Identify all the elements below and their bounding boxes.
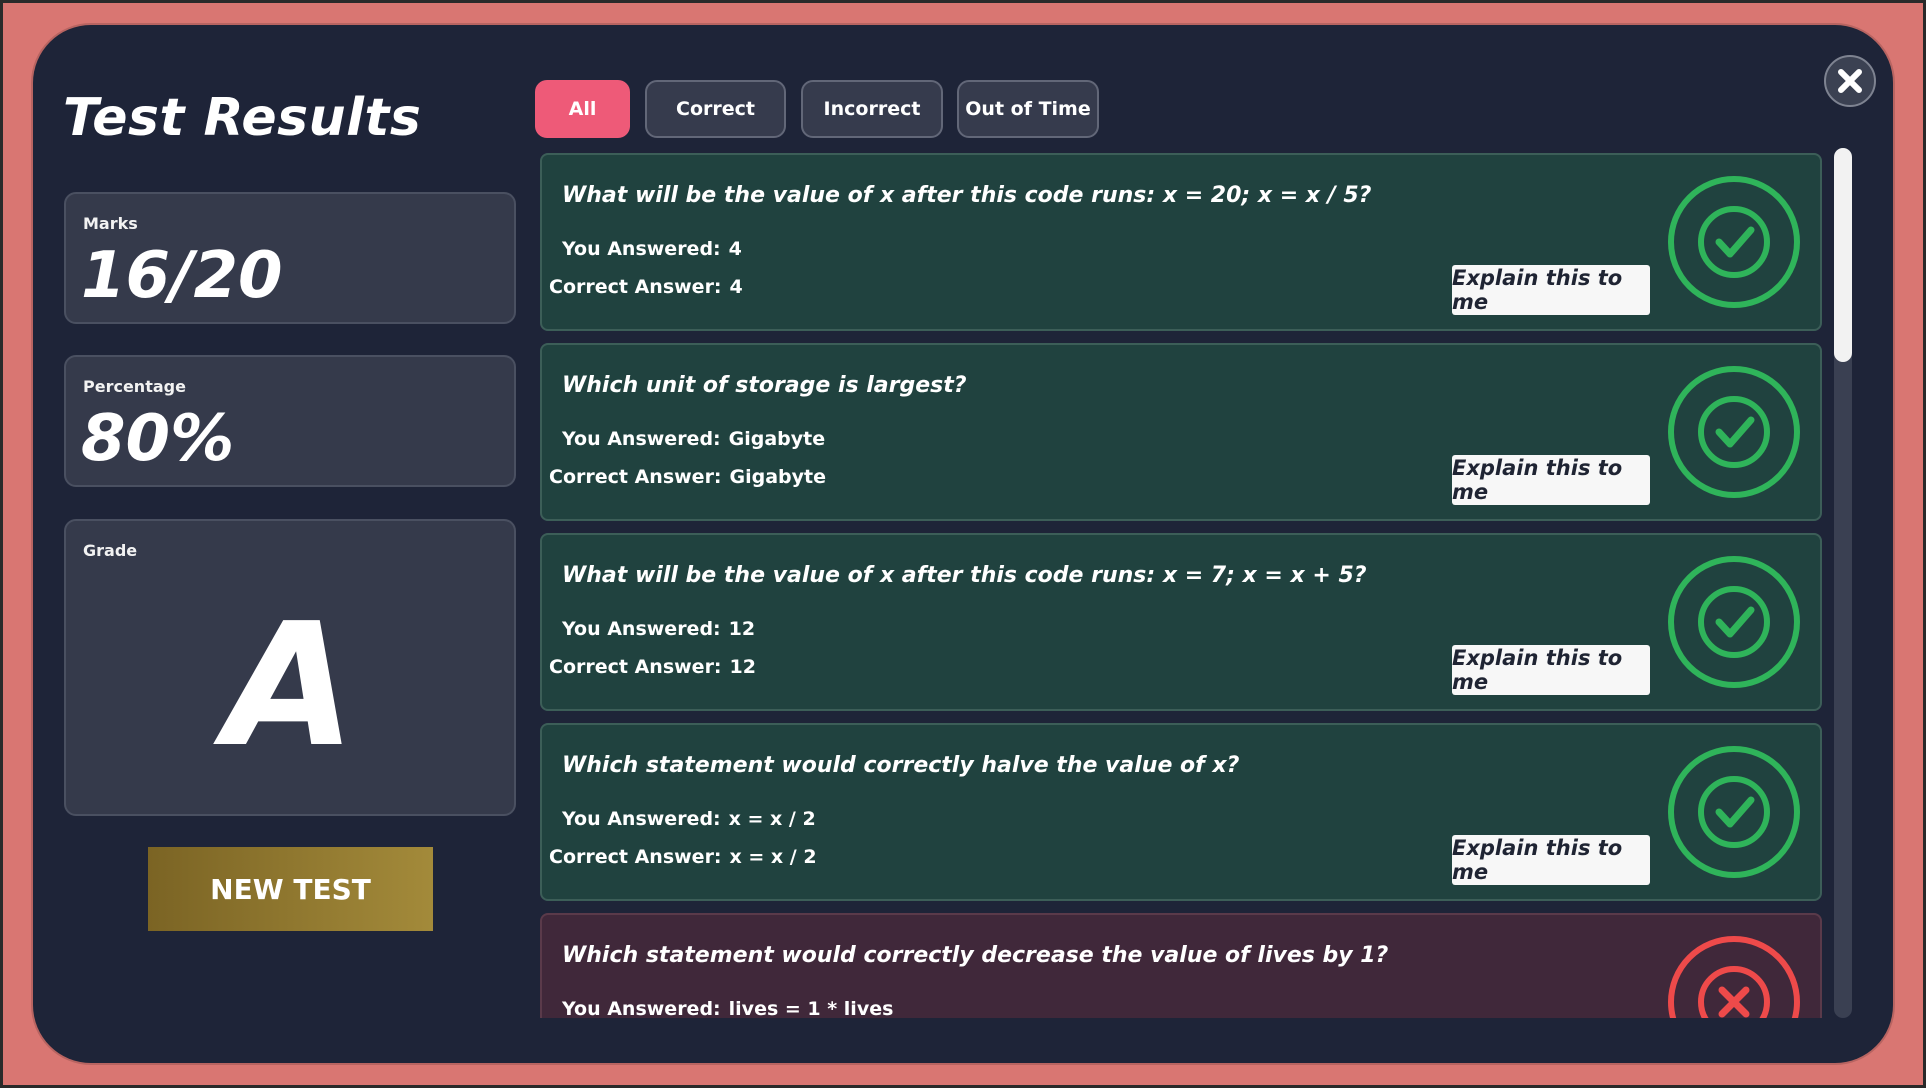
tab-all[interactable]: All (535, 80, 630, 138)
question-list[interactable]: What will be the value of x after this c… (540, 153, 1822, 1018)
you-answered-value: Gigabyte (728, 428, 826, 450)
marks-label: Marks (83, 214, 138, 233)
question-card: Which statement would correctly halve th… (540, 723, 1822, 901)
grade-label: Grade (83, 541, 138, 560)
explain-button[interactable]: Explain this to me (1452, 835, 1650, 885)
question-text: Which statement would correctly decrease… (562, 943, 1389, 968)
scrollbar[interactable] (1834, 148, 1852, 1018)
correct-answer-value: x = x / 2 (729, 846, 817, 868)
x-circle-icon (1668, 936, 1800, 1018)
correct-answer-row: Correct Answer: 12 (549, 656, 756, 678)
check-circle-icon (1668, 556, 1800, 688)
question-card: What will be the value of x after this c… (540, 153, 1822, 331)
correct-answer-value: 4 (729, 276, 743, 298)
correct-answer-value: Gigabyte (729, 466, 827, 488)
correct-answer-value: 12 (729, 656, 756, 678)
you-answered-row: You Answered: lives = 1 * lives (562, 998, 893, 1018)
tab-correct[interactable]: Correct (645, 80, 786, 138)
you-answered-row: You Answered: Gigabyte (562, 428, 825, 450)
grade-card: Grade A (64, 519, 516, 816)
you-answered-row: You Answered: 12 (562, 618, 755, 640)
marks-card: Marks 16/20 (64, 192, 516, 324)
you-answered-value: lives = 1 * lives (728, 998, 894, 1018)
correct-answer-label: Correct Answer: (549, 846, 722, 868)
correct-answer-row: Correct Answer: Gigabyte (549, 466, 826, 488)
grade-value: A (224, 587, 356, 785)
question-card: Which statement would correctly decrease… (540, 913, 1822, 1018)
page-title: Test Results (63, 88, 422, 148)
explain-button[interactable]: Explain this to me (1452, 265, 1650, 315)
correct-answer-label: Correct Answer: (549, 276, 722, 298)
correct-answer-label: Correct Answer: (549, 466, 722, 488)
correct-answer-row: Correct Answer: 4 (549, 276, 743, 298)
you-answered-label: You Answered: (562, 998, 721, 1018)
percentage-card: Percentage 80% (64, 355, 516, 487)
close-icon (1838, 69, 1862, 93)
percentage-label: Percentage (83, 377, 186, 396)
close-button[interactable] (1824, 55, 1876, 107)
question-text: What will be the value of x after this c… (562, 563, 1367, 588)
you-answered-label: You Answered: (562, 428, 721, 450)
you-answered-row: You Answered: x = x / 2 (562, 808, 816, 830)
explain-button[interactable]: Explain this to me (1452, 455, 1650, 505)
check-circle-icon (1668, 176, 1800, 308)
tab-out-of-time[interactable]: Out of Time (957, 80, 1099, 138)
check-circle-icon (1668, 746, 1800, 878)
question-text: Which unit of storage is largest? (562, 373, 967, 398)
you-answered-label: You Answered: (562, 808, 721, 830)
tab-incorrect[interactable]: Incorrect (801, 80, 943, 138)
percentage-value: 80% (81, 402, 235, 476)
marks-value: 16/20 (81, 239, 283, 313)
question-card: Which unit of storage is largest? You An… (540, 343, 1822, 521)
scrollbar-thumb[interactable] (1834, 148, 1852, 362)
question-text: What will be the value of x after this c… (562, 183, 1372, 208)
correct-answer-label: Correct Answer: (549, 656, 722, 678)
explain-button[interactable]: Explain this to me (1452, 645, 1650, 695)
you-answered-value: 12 (728, 618, 756, 640)
check-circle-icon (1668, 366, 1800, 498)
you-answered-value: 4 (728, 238, 742, 260)
question-card: What will be the value of x after this c… (540, 533, 1822, 711)
you-answered-value: x = x / 2 (728, 808, 816, 830)
new-test-button[interactable]: NEW TEST (148, 847, 433, 931)
correct-answer-row: Correct Answer: x = x / 2 (549, 846, 817, 868)
you-answered-label: You Answered: (562, 238, 721, 260)
you-answered-row: You Answered: 4 (562, 238, 742, 260)
question-text: Which statement would correctly halve th… (562, 753, 1240, 778)
you-answered-label: You Answered: (562, 618, 721, 640)
